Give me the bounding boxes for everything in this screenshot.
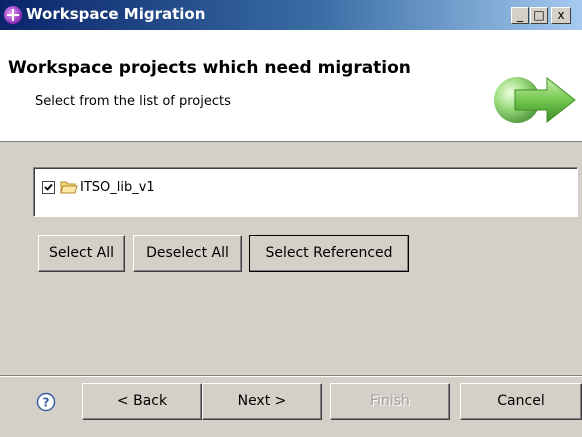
finish-button[interactable]: Finish: [330, 383, 450, 420]
help-icon[interactable]: ?: [36, 392, 56, 412]
app-icon: [4, 6, 22, 24]
page-title: Workspace projects which need migration: [8, 58, 411, 78]
project-name: ITSO_lib_v1: [80, 179, 155, 195]
green-arrow-icon: [494, 76, 576, 124]
cancel-button[interactable]: Cancel: [460, 383, 582, 420]
minimize-button[interactable]: _: [511, 7, 529, 24]
wizard-header: Workspace projects which need migration …: [0, 30, 582, 142]
close-button[interactable]: x: [551, 7, 571, 24]
list-item[interactable]: ITSO_lib_v1: [42, 177, 155, 197]
select-all-button[interactable]: Select All: [38, 235, 125, 272]
footer-separator: [0, 375, 582, 377]
select-referenced-button[interactable]: Select Referenced: [249, 235, 409, 272]
svg-text:?: ?: [43, 396, 50, 410]
back-button[interactable]: < Back: [82, 383, 202, 420]
checkmark-icon: [44, 183, 53, 191]
project-list[interactable]: ITSO_lib_v1: [33, 167, 578, 217]
folder-icon: [60, 181, 78, 194]
window-title: Workspace Migration: [26, 5, 206, 23]
maximize-button[interactable]: □: [530, 7, 548, 24]
workspace-migration-dialog: Workspace Migration _ □ x Workspace proj…: [0, 0, 582, 437]
project-checkbox[interactable]: [42, 180, 55, 194]
page-subtitle: Select from the list of projects: [35, 94, 231, 109]
title-bar[interactable]: Workspace Migration _ □ x: [0, 0, 582, 30]
deselect-all-button[interactable]: Deselect All: [133, 235, 242, 272]
next-button[interactable]: Next >: [202, 383, 322, 420]
